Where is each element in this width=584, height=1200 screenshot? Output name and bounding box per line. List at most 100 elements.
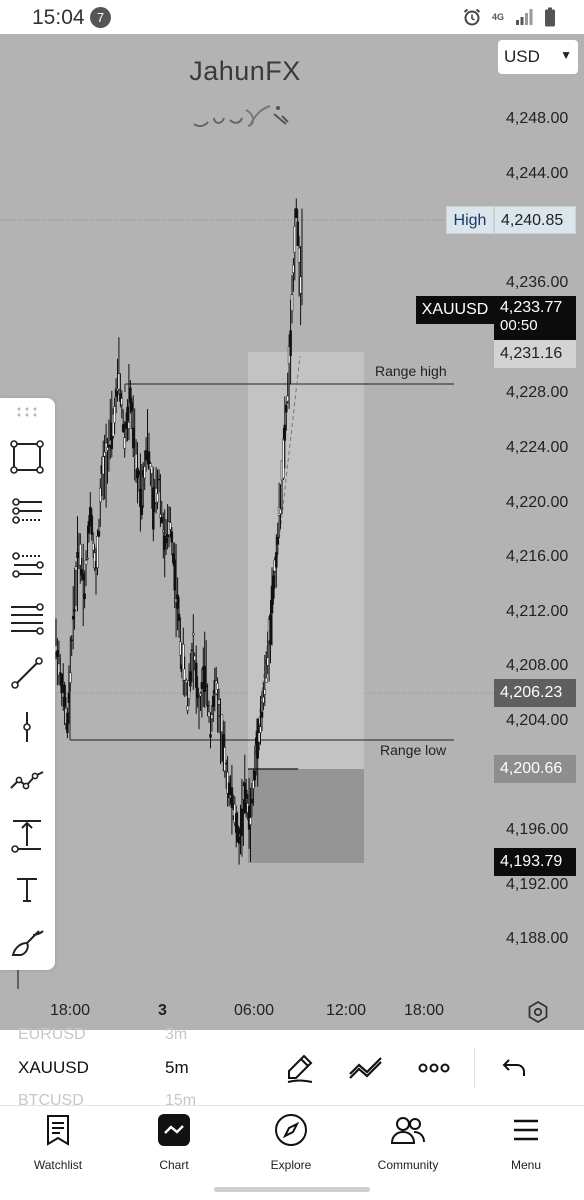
- candle-body: [240, 808, 244, 836]
- candle-body: [103, 451, 106, 457]
- candle-body: [162, 529, 165, 533]
- candle-body: [249, 817, 252, 825]
- fib-retracement-tool[interactable]: [8, 600, 46, 638]
- entry-price-tag: 4,200.66: [494, 755, 576, 783]
- candle-body: [170, 531, 174, 543]
- nav-explore-label: Explore: [270, 1158, 312, 1172]
- high-tag-value: 4,240.85: [494, 206, 576, 234]
- candle-body: [101, 456, 105, 475]
- nav-community[interactable]: Community: [360, 1112, 456, 1182]
- price-tick: 4,216.00: [506, 548, 569, 565]
- candle-body: [262, 696, 265, 703]
- candle-body: [137, 471, 141, 475]
- short-position-tool[interactable]: [8, 546, 46, 584]
- symbol-next[interactable]: BTCUSD: [18, 1092, 84, 1106]
- candle-body: [199, 693, 202, 697]
- time-tick: 18:00: [50, 1002, 91, 1019]
- candle-body: [143, 466, 146, 479]
- candle-body: [296, 221, 299, 246]
- symbol-prev[interactable]: EURUSD: [18, 1026, 86, 1044]
- price-tick: 4,208.00: [506, 657, 569, 674]
- nav-explore[interactable]: Explore: [243, 1112, 339, 1182]
- candle-body: [196, 687, 199, 699]
- currency-select[interactable]: USD ▼: [498, 40, 578, 74]
- candle-body: [212, 695, 215, 707]
- drawing-toolbar: [0, 398, 55, 970]
- trend-line-tool[interactable]: [8, 654, 46, 692]
- brush-tool[interactable]: [8, 924, 46, 962]
- candle-body: [283, 424, 287, 441]
- range-low-label[interactable]: Range low: [380, 742, 446, 758]
- text-tool[interactable]: [8, 870, 46, 908]
- candle-body: [169, 522, 172, 530]
- candle-body: [200, 682, 204, 689]
- candle-body: [106, 447, 109, 451]
- candle-body: [269, 614, 272, 645]
- indicators-button[interactable]: [348, 1050, 384, 1086]
- vertical-line-tool[interactable]: [8, 708, 46, 746]
- symbol-selector[interactable]: XAUUSD: [18, 1058, 89, 1078]
- candle-body: [257, 732, 261, 743]
- candle-body: [66, 712, 69, 733]
- timeframe-next[interactable]: 15m: [165, 1092, 196, 1106]
- candle-body: [275, 552, 278, 568]
- last-price-value: 4,233.77: [500, 299, 563, 316]
- more-options-button[interactable]: [416, 1050, 452, 1086]
- candle-body: [266, 657, 269, 666]
- candle-body: [164, 537, 168, 543]
- price-tick: 4,204.00: [506, 712, 569, 729]
- timeframe-selector[interactable]: 5m: [165, 1058, 189, 1078]
- price-tick: 4,220.00: [506, 494, 569, 511]
- undo-button[interactable]: [496, 1050, 532, 1086]
- candle-body: [263, 689, 267, 695]
- compass-icon: [273, 1112, 309, 1148]
- rectangle-tool[interactable]: [8, 438, 46, 476]
- nav-menu[interactable]: Menu: [478, 1112, 574, 1182]
- candle-body: [79, 543, 82, 566]
- candle-body: [60, 673, 63, 694]
- candle-body: [123, 437, 126, 449]
- chart-area[interactable]: USD ▼ JahunFX 4,248.00 4,244.00 4,236.00…: [0, 34, 584, 1030]
- path-icon: [10, 771, 44, 790]
- time-tick: 3: [158, 1002, 167, 1019]
- timeframe-prev[interactable]: 3m: [165, 1026, 187, 1044]
- path-tool[interactable]: [8, 762, 46, 800]
- candle-body: [210, 714, 214, 720]
- nav-chart[interactable]: Chart: [126, 1112, 222, 1182]
- candle-body: [186, 705, 189, 711]
- currency-value: USD: [504, 47, 540, 66]
- crosshair-price-tag: 4,206.23: [494, 679, 576, 707]
- price-range-tool[interactable]: [8, 816, 46, 854]
- candle-body: [139, 489, 142, 508]
- candle-body: [150, 466, 154, 474]
- time-tick: 06:00: [234, 1002, 275, 1019]
- candle-body: [285, 405, 288, 413]
- fib-retracement-icon: [11, 603, 44, 635]
- long-position-icon: [12, 498, 42, 524]
- candle-body: [224, 762, 228, 765]
- candle-body: [71, 616, 75, 620]
- chart-settings-icon[interactable]: [526, 1000, 550, 1024]
- watermark-logo: [193, 105, 289, 128]
- range-high-label[interactable]: Range high: [375, 363, 447, 379]
- nav-watchlist[interactable]: Watchlist: [10, 1112, 106, 1182]
- candle-body: [69, 672, 72, 683]
- price-chart[interactable]: [0, 34, 584, 1030]
- candle-body: [67, 692, 71, 703]
- toolbar-divider: [474, 1048, 475, 1088]
- high-tag-label: High: [446, 206, 494, 234]
- candle-body: [223, 747, 227, 772]
- candle-body: [134, 453, 138, 471]
- candle-body: [217, 699, 221, 705]
- drag-handle-icon[interactable]: [14, 404, 40, 420]
- symbol-tag: XAUUSD: [416, 296, 494, 324]
- candle-body: [99, 487, 102, 503]
- candle-body: [253, 771, 257, 781]
- candle-body: [129, 387, 132, 403]
- candle-body: [124, 422, 128, 429]
- candle-body: [206, 705, 209, 707]
- last-price-tag: 4,233.77 00:50: [494, 296, 576, 340]
- candle-body: [126, 406, 129, 422]
- draw-button[interactable]: [282, 1050, 318, 1086]
- long-position-tool[interactable]: [8, 492, 46, 530]
